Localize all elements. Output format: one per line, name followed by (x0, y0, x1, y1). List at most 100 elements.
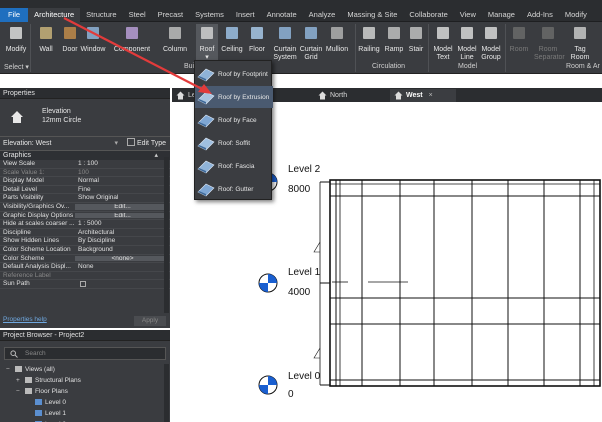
property-value[interactable] (75, 272, 170, 280)
tab-massing-site[interactable]: Massing & Site (341, 8, 403, 22)
property-value[interactable]: 1 : 5000 (75, 220, 170, 228)
tab-view[interactable]: View (454, 8, 482, 22)
level-0-elevation[interactable]: 0 (288, 389, 294, 400)
room-button[interactable]: Room (508, 24, 530, 54)
browser-node[interactable]: + Structural Plans (0, 375, 170, 386)
property-row[interactable]: Hide at scales coarser ... 1 : 5000 (0, 220, 170, 229)
browser-node[interactable]: Level 0 (0, 397, 170, 408)
property-row[interactable]: Discipline Architectural (0, 229, 170, 238)
building-elevation[interactable] (329, 179, 601, 387)
stair-button[interactable]: Stair (406, 24, 426, 54)
tab-systems[interactable]: Systems (189, 8, 230, 22)
property-row[interactable]: Visibility/Graphics Ov... Edit... (0, 203, 170, 212)
sun-path-checkbox[interactable] (80, 281, 86, 288)
collapse-icon[interactable]: − (16, 386, 25, 397)
modify-button[interactable]: Modify (3, 24, 29, 54)
ramp-button[interactable]: Ramp (384, 24, 404, 54)
property-row[interactable]: Reference Label (0, 272, 170, 281)
tab-steel[interactable]: Steel (123, 8, 152, 22)
properties-help-link[interactable]: Properties help (3, 316, 47, 323)
view-tab-west[interactable]: West × (390, 89, 456, 102)
property-value[interactable]: Normal (75, 177, 170, 185)
property-value[interactable]: Fine (75, 186, 170, 194)
instance-selector[interactable]: Elevation: West ▾ Edit Type (0, 137, 170, 151)
component-button[interactable]: Component (112, 24, 152, 54)
property-edit-button[interactable]: Edit... (75, 203, 167, 210)
level-2-name[interactable]: Level 2 (288, 164, 320, 175)
collapse-icon[interactable]: − (6, 364, 15, 375)
properties-scrollbar[interactable] (164, 157, 169, 313)
property-value[interactable]: Architectural (75, 229, 170, 237)
level-0-head[interactable] (258, 375, 278, 395)
property-row[interactable]: Default Analysis Displ... None (0, 263, 170, 272)
railing-button[interactable]: Railing (358, 24, 380, 54)
tab-insert[interactable]: Insert (230, 8, 261, 22)
collapse-icon[interactable]: ▴ (154, 151, 158, 160)
model-group-button[interactable]: Model Group (480, 24, 502, 62)
property-value[interactable]: 100 (75, 169, 170, 177)
model-text-button[interactable]: Model Text (432, 24, 454, 62)
property-row[interactable]: Display Model Normal (0, 177, 170, 186)
ceiling-button[interactable]: Ceiling (220, 24, 244, 54)
column-button[interactable]: Column (160, 24, 190, 54)
tag-room-button[interactable]: Tag Room (566, 24, 594, 62)
level-1-elevation[interactable]: 4000 (288, 287, 310, 298)
menu-item-roof-gutter[interactable]: Roof: Gutter (195, 178, 273, 200)
browser-node[interactable]: − Views (all) (0, 364, 170, 375)
curtain-system-button[interactable]: Curtain System (272, 24, 298, 62)
property-row[interactable]: Show Hidden Lines By Discipline (0, 237, 170, 246)
browser-search-input[interactable]: Search (4, 347, 166, 360)
floor-button[interactable]: Floor (246, 24, 268, 54)
property-edit-button[interactable]: <none> (75, 255, 167, 262)
property-row[interactable]: Color Scheme Location Background (0, 246, 170, 255)
door-button[interactable]: Door (60, 24, 80, 54)
panel-label-select[interactable]: Select ▾ (4, 63, 29, 71)
room-separator-button[interactable]: Room Separator (534, 24, 565, 62)
tab-collaborate[interactable]: Collaborate (403, 8, 453, 22)
property-row[interactable]: Parts Visibility Show Original (0, 194, 170, 203)
property-row[interactable]: Color Scheme <none> (0, 255, 170, 264)
category-graphics[interactable]: Graphics ▴ (0, 151, 170, 160)
chevron-down-icon[interactable]: ▾ (114, 137, 118, 151)
level-2-elevation[interactable]: 8000 (288, 184, 310, 195)
tab-annotate[interactable]: Annotate (261, 8, 303, 22)
menu-item-roof-fascia[interactable]: Roof: Fascia (195, 155, 273, 177)
property-row[interactable]: Sun Path (0, 280, 170, 289)
menu-item-roof-by-footprint[interactable]: Roof by Footprint (195, 63, 273, 85)
property-row[interactable]: Detail Level Fine (0, 186, 170, 195)
property-row[interactable]: View Scale 1 : 100 (0, 160, 170, 169)
menu-item-roof-soffit[interactable]: Roof: Soffit (195, 132, 273, 154)
level-1-name[interactable]: Level 1 (288, 267, 320, 278)
tab-add-ins[interactable]: Add-Ins (521, 8, 559, 22)
wall-button[interactable]: Wall (36, 24, 56, 54)
property-edit-button[interactable]: Edit... (75, 212, 167, 219)
menu-item-roof-by-extrusion[interactable]: Roof by Extrusion (195, 86, 273, 108)
tab-architecture[interactable]: Architecture (28, 8, 81, 22)
mullion-button[interactable]: Mullion (324, 24, 350, 54)
window-button[interactable]: Window (80, 24, 106, 54)
view-tab-north[interactable]: North (314, 89, 384, 102)
type-selector[interactable]: Elevation 12mm Circle (0, 99, 170, 137)
property-value[interactable]: 1 : 100 (75, 160, 170, 168)
property-row[interactable]: Graphic Display Options Edit... (0, 212, 170, 221)
browser-node[interactable]: − Floor Plans (0, 386, 170, 397)
close-icon[interactable]: × (429, 92, 433, 99)
menu-item-roof-by-face[interactable]: Roof by Face (195, 109, 273, 131)
property-value[interactable]: None (75, 263, 170, 271)
level-0-name[interactable]: Level 0 (288, 371, 320, 382)
property-value[interactable] (75, 280, 170, 288)
expand-icon[interactable]: + (16, 375, 25, 386)
property-value[interactable]: By Discipline (75, 237, 170, 245)
browser-node[interactable]: Level 1 (0, 408, 170, 419)
property-row[interactable]: Scale Value 1: 100 (0, 169, 170, 178)
tab-structure[interactable]: Structure (80, 8, 122, 22)
browser-scrollbar[interactable] (164, 364, 169, 422)
tab-file[interactable]: File (0, 8, 29, 22)
tab-manage[interactable]: Manage (482, 8, 521, 22)
edit-type-button[interactable]: Edit Type (126, 137, 166, 151)
curtain-grid-button[interactable]: Curtain Grid (298, 24, 324, 62)
tab-precast[interactable]: Precast (152, 8, 189, 22)
level-1-head[interactable] (258, 273, 278, 293)
property-value[interactable]: Background (75, 246, 170, 254)
tab-analyze[interactable]: Analyze (303, 8, 342, 22)
